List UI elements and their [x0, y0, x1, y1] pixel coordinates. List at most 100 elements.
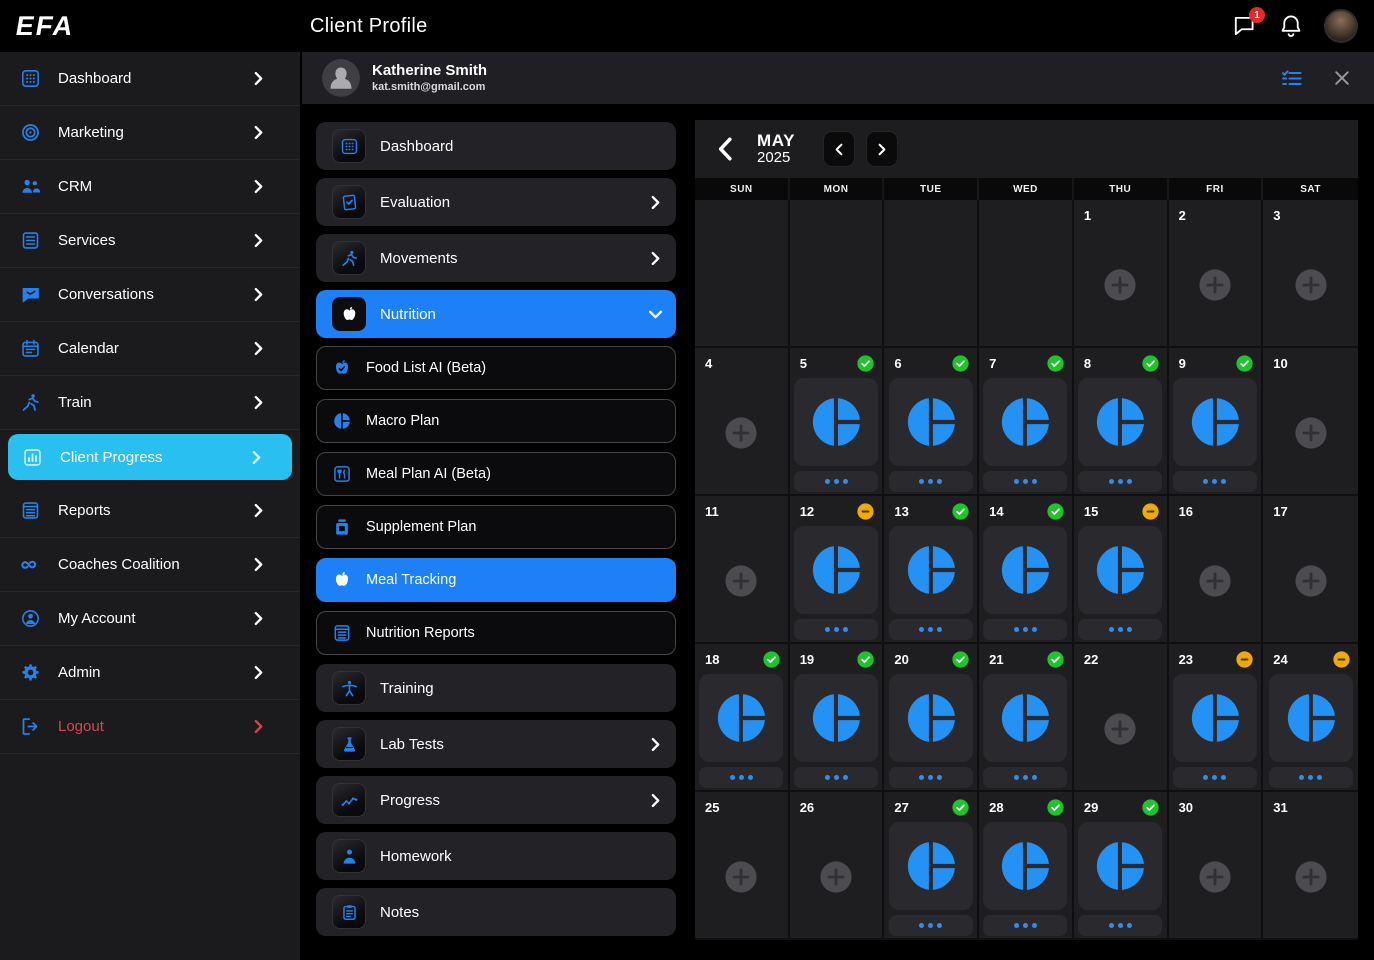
meal-options-button[interactable] — [889, 471, 973, 492]
dot — [1032, 627, 1037, 632]
back-chevron-button[interactable] — [717, 136, 733, 162]
meal-pie-card[interactable] — [794, 674, 878, 762]
sidebar-item-coaches-coalition[interactable]: Coaches Coalition — [0, 538, 300, 592]
add-meal-button[interactable] — [724, 416, 758, 450]
dot — [834, 479, 839, 484]
sidebar-item-admin[interactable]: Admin — [0, 646, 300, 700]
sidebar-item-train[interactable]: Train — [0, 376, 300, 430]
meal-options-button[interactable] — [1173, 471, 1257, 492]
client-menu-item-meal-plan-ai-beta[interactable]: Meal Plan AI (Beta) — [316, 452, 676, 496]
sidebar-item-label: CRM — [58, 178, 254, 195]
add-meal-button[interactable] — [1198, 268, 1232, 302]
meal-options-button[interactable] — [699, 767, 783, 788]
meal-options-button[interactable] — [889, 915, 973, 936]
calendar-next-button[interactable] — [866, 131, 898, 167]
meal-options-button[interactable] — [1269, 767, 1353, 788]
meal-options-button[interactable] — [794, 619, 878, 640]
sidebar-item-logout[interactable]: Logout — [0, 700, 300, 754]
chat-button[interactable]: 1 — [1232, 13, 1258, 39]
client-menu-item-lab-tests[interactable]: Lab Tests — [316, 720, 676, 768]
chevron-right-icon — [254, 287, 263, 302]
add-meal-button[interactable] — [819, 860, 853, 894]
dashboard-grid-icon — [20, 68, 41, 89]
sidebar-item-reports[interactable]: Reports — [0, 484, 300, 538]
add-meal-button[interactable] — [1103, 268, 1137, 302]
checklist-button[interactable] — [1280, 66, 1304, 90]
meal-complete-badge — [1142, 799, 1159, 816]
meal-pie-card[interactable] — [983, 378, 1067, 466]
meal-options-button[interactable] — [889, 767, 973, 788]
client-menu-item-nutrition[interactable]: Nutrition — [316, 290, 676, 338]
add-meal-button[interactable] — [1294, 860, 1328, 894]
day-number: 14 — [989, 504, 1003, 519]
meal-options-button[interactable] — [1078, 915, 1162, 936]
meal-options-button[interactable] — [983, 471, 1067, 492]
client-menu-item-training[interactable]: Training — [316, 664, 676, 712]
meal-options-button[interactable] — [983, 767, 1067, 788]
meal-pie-card[interactable] — [889, 378, 973, 466]
add-meal-button[interactable] — [1294, 564, 1328, 598]
meal-pie-card[interactable] — [889, 822, 973, 910]
add-meal-button[interactable] — [1294, 416, 1328, 450]
client-menu-item-dashboard[interactable]: Dashboard — [316, 122, 676, 170]
sidebar-item-client-progress[interactable]: Client Progress — [8, 434, 292, 480]
meal-pie-card[interactable] — [1078, 822, 1162, 910]
client-menu-item-notes[interactable]: Notes — [316, 888, 676, 936]
meal-pie-card[interactable] — [1078, 378, 1162, 466]
meal-options-button[interactable] — [1173, 767, 1257, 788]
client-menu-item-macro-plan[interactable]: Macro Plan — [316, 399, 676, 443]
meal-options-button[interactable] — [794, 471, 878, 492]
calendar-prev-button[interactable] — [823, 131, 855, 167]
client-menu-item-evaluation[interactable]: Evaluation — [316, 178, 676, 226]
meal-pie-card[interactable] — [983, 674, 1067, 762]
meal-stack — [794, 674, 878, 788]
client-menu-item-supplement-plan[interactable]: Supplement Plan — [316, 505, 676, 549]
client-menu-item-progress[interactable]: Progress — [316, 776, 676, 824]
add-meal-button[interactable] — [1294, 268, 1328, 302]
meal-pie-card[interactable] — [794, 526, 878, 614]
chevron-right-icon — [651, 195, 660, 210]
meal-pie-card[interactable] — [889, 674, 973, 762]
client-menu-item-nutrition-reports[interactable]: Nutrition Reports — [316, 611, 676, 655]
day-number: 21 — [989, 652, 1003, 667]
meal-pie-card[interactable] — [794, 378, 878, 466]
meal-pie-card[interactable] — [1078, 526, 1162, 614]
sidebar-item-crm[interactable]: CRM — [0, 160, 300, 214]
meal-pie-card[interactable] — [1173, 674, 1257, 762]
meal-options-button[interactable] — [1078, 619, 1162, 640]
client-menu-item-homework[interactable]: Homework — [316, 832, 676, 880]
meal-pie-card[interactable] — [1173, 378, 1257, 466]
meal-pie-card[interactable] — [889, 526, 973, 614]
close-icon[interactable] — [1332, 68, 1352, 88]
meal-pie-card[interactable] — [699, 674, 783, 762]
weekday-header: THU — [1074, 178, 1169, 200]
user-avatar[interactable] — [1324, 9, 1358, 43]
meal-options-button[interactable] — [1078, 471, 1162, 492]
meal-pie-card[interactable] — [1269, 674, 1353, 762]
meal-options-button[interactable] — [983, 915, 1067, 936]
client-menu-item-meal-tracking[interactable]: Meal Tracking — [316, 558, 676, 602]
meal-options-button[interactable] — [983, 619, 1067, 640]
sidebar-item-conversations[interactable]: Conversations — [0, 268, 300, 322]
add-meal-button[interactable] — [1103, 712, 1137, 746]
add-meal-button[interactable] — [724, 860, 758, 894]
add-meal-button[interactable] — [1198, 564, 1232, 598]
gear-icon — [20, 662, 41, 683]
notifications-button[interactable] — [1278, 13, 1304, 39]
sidebar-item-services[interactable]: Services — [0, 214, 300, 268]
add-meal-button[interactable] — [724, 564, 758, 598]
meal-options-button[interactable] — [889, 619, 973, 640]
sidebar-item-calendar[interactable]: Calendar — [0, 322, 300, 376]
weekday-header: TUE — [884, 178, 979, 200]
meal-pie-card[interactable] — [983, 526, 1067, 614]
meal-options-button[interactable] — [794, 767, 878, 788]
sidebar-item-label: Logout — [58, 718, 254, 735]
chevron-right-icon — [254, 233, 263, 248]
sidebar-item-marketing[interactable]: Marketing — [0, 106, 300, 160]
sidebar-item-my-account[interactable]: My Account — [0, 592, 300, 646]
add-meal-button[interactable] — [1198, 860, 1232, 894]
client-menu-item-movements[interactable]: Movements — [316, 234, 676, 282]
client-menu-item-food-list-ai-beta[interactable]: Food List AI (Beta) — [316, 346, 676, 390]
sidebar-item-dashboard[interactable]: Dashboard — [0, 52, 300, 106]
meal-pie-card[interactable] — [983, 822, 1067, 910]
